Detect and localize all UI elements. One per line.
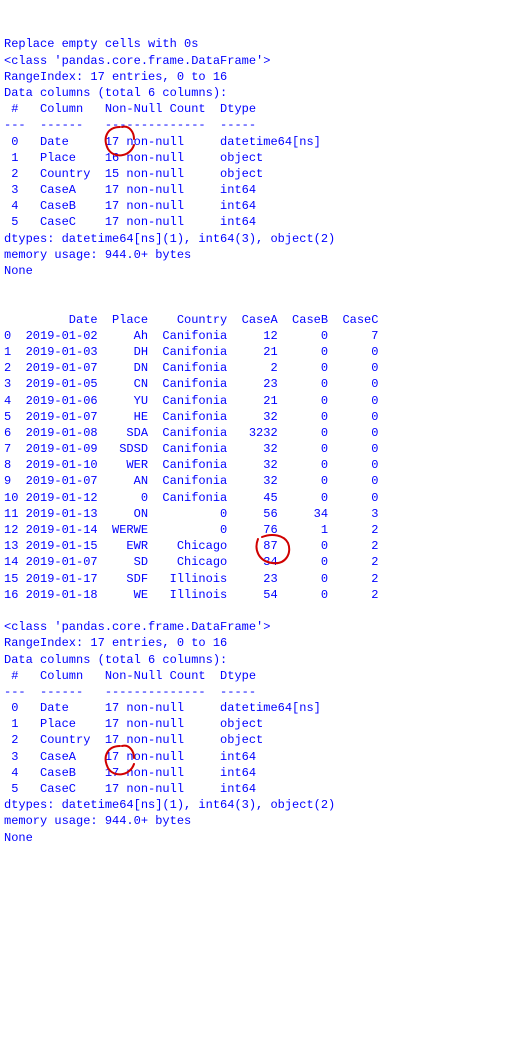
df-row15: 15 2019-01-17 SDF Illinois 23 0 2 — [4, 572, 378, 586]
info2-row3: 3 CaseA 17 non-null int64 — [4, 750, 321, 764]
info2-divider: --- ------ -------------- ----- — [4, 685, 321, 699]
df-row10: 10 2019-01-12 0 Canifonia 45 0 0 — [4, 491, 378, 505]
info1-none: None — [4, 264, 33, 278]
info2-row2: 2 Country 17 non-null object — [4, 733, 321, 747]
df-row5: 5 2019-01-07 HE Canifonia 32 0 0 — [4, 410, 378, 424]
info1-dtypes: dtypes: datetime64[ns](1), int64(3), obj… — [4, 232, 335, 246]
info2-cols: Data columns (total 6 columns): — [4, 653, 227, 667]
df-row16: 16 2019-01-18 WE Illinois 54 0 2 — [4, 588, 378, 602]
info2-header: # Column Non-Null Count Dtype — [4, 669, 321, 683]
info2-row4: 4 CaseB 17 non-null int64 — [4, 766, 321, 780]
df-row0: 0 2019-01-02 Ah Canifonia 12 0 7 — [4, 329, 378, 343]
info1-row1: 1 Place 16 non-null object — [4, 151, 321, 165]
df-row6: 6 2019-01-08 SDA Canifonia 3232 0 0 — [4, 426, 378, 440]
df-row3: 3 2019-01-05 CN Canifonia 23 0 0 — [4, 377, 378, 391]
info1-header: # Column Non-Null Count Dtype — [4, 102, 321, 116]
info2-none: None — [4, 831, 33, 845]
info1-range: RangeIndex: 17 entries, 0 to 16 — [4, 70, 227, 84]
df-row4: 4 2019-01-06 YU Canifonia 21 0 0 — [4, 394, 378, 408]
info1-class: <class 'pandas.core.frame.DataFrame'> — [4, 54, 270, 68]
info2-class: <class 'pandas.core.frame.DataFrame'> — [4, 620, 270, 634]
df-row1: 1 2019-01-03 DH Canifonia 21 0 0 — [4, 345, 378, 359]
info1-divider: --- ------ -------------- ----- — [4, 118, 321, 132]
info2-row5: 5 CaseC 17 non-null int64 — [4, 782, 321, 796]
info2-row1: 1 Place 17 non-null object — [4, 717, 321, 731]
df-row14: 14 2019-01-07 SD Chicago 34 0 2 — [4, 555, 378, 569]
info1-cols: Data columns (total 6 columns): — [4, 86, 227, 100]
df-row12: 12 2019-01-14 WERWE 0 76 1 2 — [4, 523, 378, 537]
title-line: Replace empty cells with 0s — [4, 37, 198, 51]
info1-memory: memory usage: 944.0+ bytes — [4, 248, 191, 262]
info1-row2: 2 Country 15 non-null object — [4, 167, 321, 181]
df-row8: 8 2019-01-10 WER Canifonia 32 0 0 — [4, 458, 378, 472]
df-row11: 11 2019-01-13 ON 0 56 34 3 — [4, 507, 378, 521]
info1-row4: 4 CaseB 17 non-null int64 — [4, 199, 321, 213]
info1-row5: 5 CaseC 17 non-null int64 — [4, 215, 321, 229]
info2-range: RangeIndex: 17 entries, 0 to 16 — [4, 636, 227, 650]
df-row13: 13 2019-01-15 EWR Chicago 87 0 2 — [4, 539, 378, 553]
info2-memory: memory usage: 944.0+ bytes — [4, 814, 191, 828]
df-row7: 7 2019-01-09 SDSD Canifonia 32 0 0 — [4, 442, 378, 456]
info2-row0: 0 Date 17 non-null datetime64[ns] — [4, 701, 321, 715]
info1-row3: 3 CaseA 17 non-null int64 — [4, 183, 321, 197]
info2-dtypes: dtypes: datetime64[ns](1), int64(3), obj… — [4, 798, 335, 812]
df-row2: 2 2019-01-07 DN Canifonia 2 0 0 — [4, 361, 378, 375]
df-header: Date Place Country CaseA CaseB CaseC — [4, 313, 378, 327]
info1-row0: 0 Date 17 non-null datetime64[ns] — [4, 135, 321, 149]
df-row9: 9 2019-01-07 AN Canifonia 32 0 0 — [4, 474, 378, 488]
